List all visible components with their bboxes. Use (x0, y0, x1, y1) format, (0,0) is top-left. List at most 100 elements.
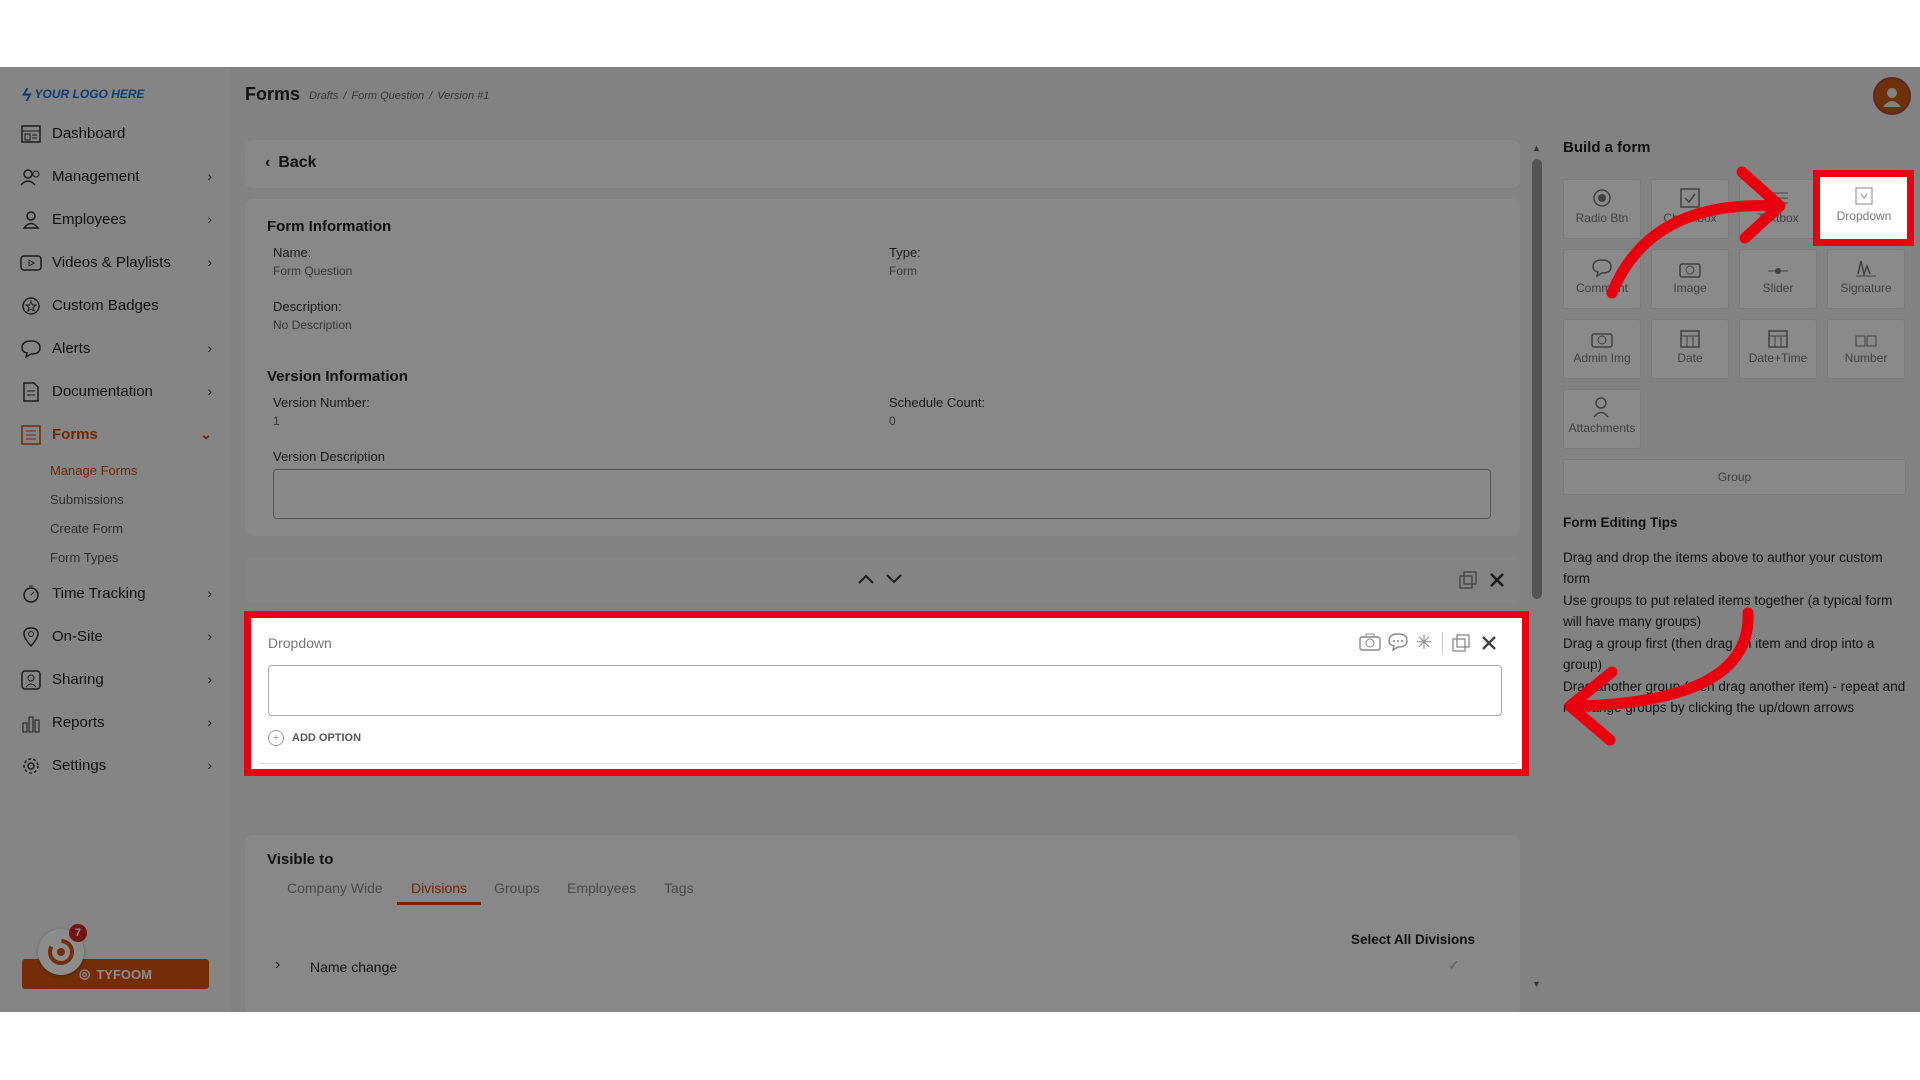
sidebar-item-custom-badges[interactable]: Custom Badges (0, 284, 230, 327)
sidebar-item-settings[interactable]: Settings › (0, 744, 230, 787)
sidebar-item-label: Alerts (52, 340, 91, 357)
widget-date-time[interactable]: Date+Time (1739, 319, 1817, 379)
sidebar-item-label: On-Site (52, 628, 103, 645)
share-icon (20, 669, 42, 690)
divider (1442, 632, 1443, 654)
type-label: Type: (889, 245, 921, 260)
list-icon (20, 424, 42, 445)
chevron-down-icon: ⌄ (200, 426, 212, 442)
form-editing-tips: Form Editing Tips Drag and drop the item… (1563, 512, 1908, 719)
tip-item: Drag another group (then drag another it… (1563, 678, 1906, 716)
move-up-icon[interactable] (857, 570, 875, 588)
sidebar-item-dashboard[interactable]: Dashboard (0, 112, 230, 155)
admin-image-icon (1564, 320, 1640, 348)
back-label: Back (278, 154, 317, 171)
scrollbar-thumb[interactable] (1532, 159, 1542, 599)
tab-tags[interactable]: Tags (664, 880, 694, 902)
widget-label: Attachments (1568, 421, 1636, 435)
widget-textbox[interactable]: Textbox (1739, 179, 1817, 239)
visible-to-card: Visible to Company Wide Divisions Groups… (245, 835, 1520, 1012)
checkmark-icon[interactable]: ✓ (1448, 957, 1460, 974)
widget-label: Number (1844, 351, 1888, 365)
back-button[interactable]: ‹ Back (265, 154, 317, 172)
widget-attachments[interactable]: Attachments (1563, 389, 1641, 449)
tab-divisions[interactable]: Divisions (397, 880, 482, 905)
sidebar-item-management[interactable]: Management › (0, 155, 230, 198)
select-all-divisions-button[interactable]: Select All Divisions (1351, 932, 1475, 947)
group-button[interactable]: Group (1563, 459, 1906, 495)
duplicate-icon[interactable] (1451, 633, 1471, 653)
page-title: Forms (245, 84, 301, 104)
sidebar-item-label: Employees (52, 211, 127, 228)
schedule-count-value: 0 (889, 414, 896, 428)
widget-label: Checkbox (1663, 211, 1717, 225)
widget-label: Admin Img (1573, 351, 1631, 365)
chevron-right-icon[interactable]: › (275, 956, 280, 974)
submenu-submissions[interactable]: Submissions (50, 485, 230, 514)
widget-image[interactable]: Image (1651, 249, 1729, 309)
sidebar-item-label: Sharing (52, 671, 104, 688)
widget-label: Radio Btn (1575, 211, 1629, 225)
radio-icon (1564, 180, 1640, 208)
tab-groups[interactable]: Groups (494, 880, 540, 902)
widget-dropdown-highlighted[interactable]: Dropdown (1829, 183, 1899, 233)
breadcrumb-version: Version #1 (437, 90, 490, 102)
attachment-icon (1564, 390, 1640, 418)
sidebar-item-forms[interactable]: Forms ⌄ (0, 413, 230, 456)
breadcrumb-drafts[interactable]: Drafts (309, 90, 338, 102)
sidebar-item-sharing[interactable]: Sharing › (0, 658, 230, 701)
move-down-icon[interactable] (885, 570, 903, 588)
chevron-right-icon: › (207, 757, 212, 773)
widget-radio-btn[interactable]: Radio Btn (1563, 179, 1641, 239)
back-bar: ‹ Back (245, 140, 1520, 188)
sidebar-item-alerts[interactable]: Alerts › (0, 327, 230, 370)
sidebar-item-reports[interactable]: Reports › (0, 701, 230, 744)
scroll-down-icon[interactable]: ▼ (1532, 979, 1541, 989)
widget-label: Signature (1840, 281, 1892, 295)
widget-label: Date (1677, 351, 1703, 365)
sidebar-item-videos-playlists[interactable]: Videos & Playlists › (0, 241, 230, 284)
chevron-right-icon: › (207, 254, 212, 270)
tab-employees[interactable]: Employees (567, 880, 636, 902)
add-option-label: ADD OPTION (292, 732, 362, 744)
tyfoom-logo-icon: ◎ (79, 966, 91, 981)
highlight-dropdown-item: Dropdown ✳ + ADD OPTION (244, 611, 1529, 776)
comment-icon[interactable] (1386, 632, 1410, 652)
tab-company-wide[interactable]: Company Wide (287, 880, 383, 902)
close-icon[interactable] (1487, 570, 1507, 590)
calendar-clock-icon (1740, 320, 1816, 348)
widget-comment[interactable]: Comment (1563, 249, 1641, 309)
chevron-right-icon: › (207, 383, 212, 399)
close-icon[interactable] (1479, 633, 1499, 653)
visible-to-heading: Visible to (267, 851, 334, 868)
notification-badge: 7 (69, 924, 87, 942)
scroll-up-icon[interactable]: ▲ (1532, 143, 1541, 153)
submenu-create-form[interactable]: Create Form (50, 514, 230, 543)
widget-slider[interactable]: Slider (1739, 249, 1817, 309)
sidebar-item-time-tracking[interactable]: Time Tracking › (0, 572, 230, 615)
camera-icon[interactable] (1358, 632, 1382, 652)
tip-item: Drag and drop the items above to author … (1563, 549, 1883, 587)
submenu-manage-forms[interactable]: Manage Forms (50, 456, 230, 485)
widget-signature[interactable]: Signature (1827, 249, 1905, 309)
swirl-icon (48, 939, 74, 965)
version-description-field[interactable] (273, 469, 1491, 519)
sidebar-item-label: Custom Badges (52, 297, 159, 314)
dashboard-icon (20, 124, 42, 144)
submenu-form-types[interactable]: Form Types (50, 543, 230, 572)
widget-label: Dropdown (1836, 209, 1892, 223)
dropdown-question-input[interactable] (268, 665, 1502, 716)
duplicate-icon[interactable] (1458, 570, 1478, 590)
widget-date[interactable]: Date (1651, 319, 1729, 379)
sidebar-item-employees[interactable]: Employees › (0, 198, 230, 241)
widget-admin-img[interactable]: Admin Img (1563, 319, 1641, 379)
widget-checkbox[interactable]: Checkbox (1651, 179, 1729, 239)
chevron-right-icon: › (207, 628, 212, 644)
sidebar-item-documentation[interactable]: Documentation › (0, 370, 230, 413)
sidebar-item-on-site[interactable]: On-Site › (0, 615, 230, 658)
add-option-button[interactable]: + ADD OPTION (268, 730, 361, 746)
widget-number[interactable]: Number (1827, 319, 1905, 379)
breadcrumb-form-question[interactable]: Form Question (351, 90, 424, 102)
required-asterisk-icon[interactable]: ✳ (1414, 632, 1434, 654)
sidebar-item-label: Documentation (52, 383, 153, 400)
